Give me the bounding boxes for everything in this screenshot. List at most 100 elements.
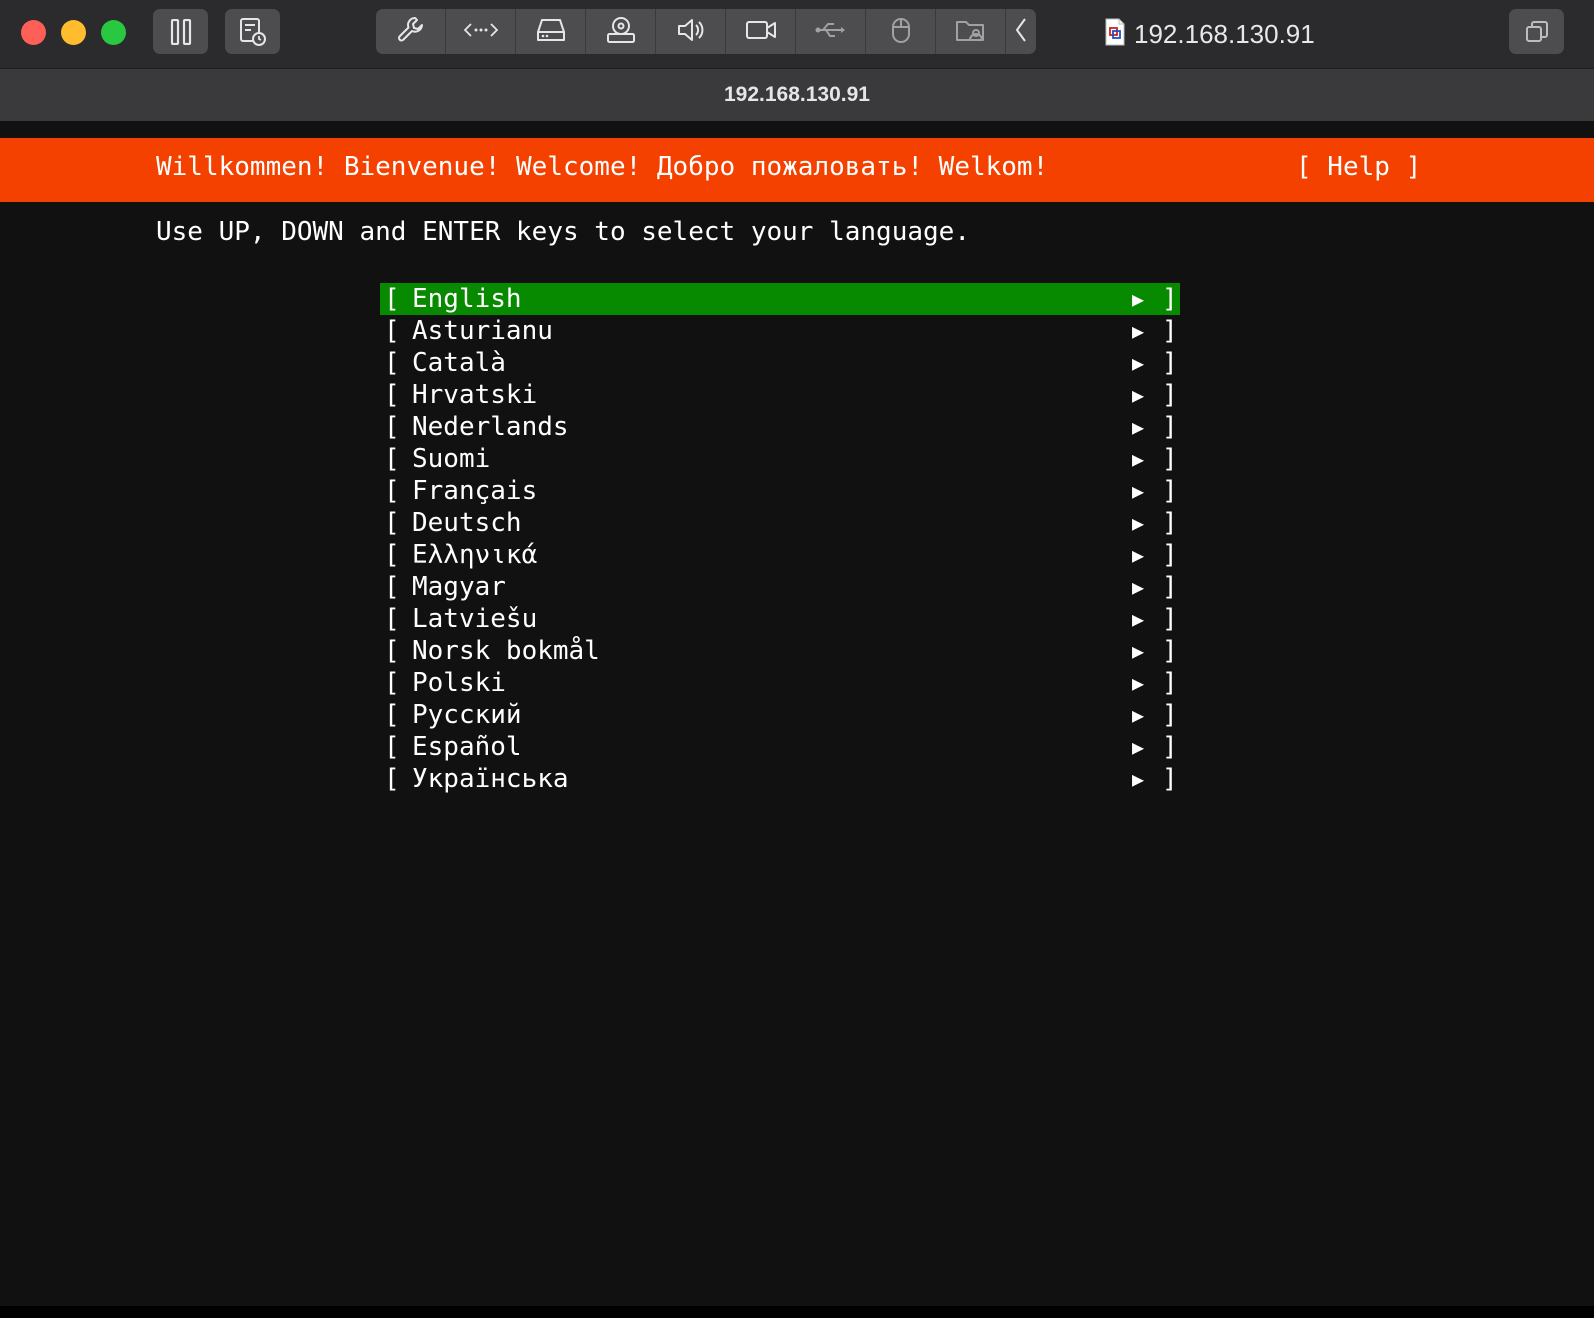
bottom-border [0,1306,1594,1318]
language-label: Polski [412,668,506,698]
language-label: Norsk bokmål [412,636,600,666]
camera-button[interactable] [726,9,796,54]
open-bracket: [ [384,604,400,634]
submenu-arrow-icon: ▶ [1132,671,1145,695]
remote-document-icon [1104,18,1126,50]
open-bracket: [ [384,348,400,378]
open-bracket: [ [384,476,400,506]
device-toolbar [376,9,1036,54]
chevron-left-icon [1014,17,1028,47]
language-option[interactable]: [ Українська ▶] [380,763,1180,795]
language-option[interactable]: [Español ▶] [380,731,1180,763]
submenu-arrow-icon: ▶ [1132,735,1145,759]
instruction-text: Use UP, DOWN and ENTER keys to select yo… [156,217,970,247]
close-bracket: ] [1162,700,1178,730]
pause-button[interactable] [153,9,208,54]
welcome-banner: Willkommen! Bienvenue! Welcome! Добро по… [0,138,1594,202]
title-bar: 192.168.130.91 [0,0,1594,68]
submenu-arrow-icon: ▶ [1132,767,1145,791]
network-button[interactable] [446,9,516,54]
language-option[interactable]: [Norsk bokmål ▶] [380,635,1180,667]
language-option[interactable]: [Nederlands ▶] [380,411,1180,443]
mouse-button[interactable] [866,9,936,54]
language-option[interactable]: [Deutsch ▶] [380,507,1180,539]
open-bracket: [ [384,316,400,346]
open-bracket: [ [384,668,400,698]
close-bracket: ] [1162,284,1178,314]
address-text: 192.168.130.91 [724,83,870,106]
language-option[interactable]: [Suomi ▶] [380,443,1180,475]
language-label: Українська [412,764,569,794]
submenu-arrow-icon: ▶ [1132,543,1145,567]
language-label: English [412,284,522,314]
language-option[interactable]: [ Ελληνικά ▶] [380,539,1180,571]
open-bracket: [ [384,412,400,442]
close-window-button[interactable] [21,20,46,45]
vm-window: 192.168.130.91 192.168.130.91 Willkommen… [0,0,1594,1318]
network-icon [463,20,498,44]
close-bracket: ] [1162,380,1178,410]
toolbar-collapse-button[interactable] [1006,9,1036,54]
language-option[interactable]: [Asturianu ▶] [380,315,1180,347]
language-option[interactable]: [Latviešu ▶] [380,603,1180,635]
submenu-arrow-icon: ▶ [1132,479,1145,503]
close-bracket: ] [1162,668,1178,698]
optical-drive-button[interactable] [586,9,656,54]
close-bracket: ] [1162,540,1178,570]
settings-button[interactable] [376,9,446,54]
submenu-arrow-icon: ▶ [1132,607,1145,631]
language-label: Deutsch [412,508,522,538]
submenu-arrow-icon: ▶ [1132,511,1145,535]
harddisk-button[interactable] [516,9,586,54]
pause-icon [170,18,192,45]
language-option[interactable]: [Hrvatski ▶] [380,379,1180,411]
open-bracket: [ [384,764,400,794]
maximize-window-button[interactable] [101,20,126,45]
sound-button[interactable] [656,9,726,54]
submenu-arrow-icon: ▶ [1132,415,1145,439]
language-option[interactable]: [Català ▶] [380,347,1180,379]
language-label: Hrvatski [412,380,538,410]
window-title: 192.168.130.91 [1104,16,1315,52]
language-option[interactable]: [ English ▶] [380,283,1180,315]
language-label: Ελληνικά [412,540,538,570]
language-list: [English ▶] [Asturianu ▶] [Català ▶] [Hrvatski… [380,283,1180,795]
usb-button[interactable] [796,9,866,54]
open-bracket: [ [384,284,400,314]
shared-folder-button[interactable] [936,9,1006,54]
submenu-arrow-icon: ▶ [1132,287,1145,311]
shared-folder-icon [955,17,987,47]
close-bracket: ] [1162,604,1178,634]
language-label: Français [412,476,538,506]
optical-drive-icon [606,16,636,48]
open-bracket: [ [384,572,400,602]
restore-window-button[interactable] [1509,9,1564,54]
open-bracket: [ [384,380,400,410]
mouse-icon [889,15,913,49]
minimize-window-button[interactable] [61,20,86,45]
open-bracket: [ [384,700,400,730]
language-option[interactable]: [ Polski ▶] [380,667,1180,699]
submenu-arrow-icon: ▶ [1132,703,1145,727]
restore-window-icon [1524,19,1550,45]
sound-icon [676,16,706,48]
close-bracket: ] [1162,764,1178,794]
usb-icon [815,19,847,45]
language-label: Nederlands [412,412,569,442]
vm-console[interactable]: Willkommen! Bienvenue! Welcome! Добро по… [0,121,1594,1306]
close-bracket: ] [1162,572,1178,602]
help-button[interactable]: [ Help ] [1296,152,1421,182]
language-option[interactable]: [Magyar ▶] [380,571,1180,603]
language-label: Suomi [412,444,491,474]
submenu-arrow-icon: ▶ [1132,351,1145,375]
language-option[interactable]: [Français ▶] [380,475,1180,507]
open-bracket: [ [384,540,400,570]
address-bar: 192.168.130.91 [0,68,1594,121]
snapshot-button[interactable] [225,9,280,54]
close-bracket: ] [1162,508,1178,538]
close-bracket: ] [1162,636,1178,666]
language-option[interactable]: [Русский ▶] [380,699,1180,731]
submenu-arrow-icon: ▶ [1132,639,1145,663]
snapshot-icon [238,16,268,48]
language-label: Español [412,732,522,762]
